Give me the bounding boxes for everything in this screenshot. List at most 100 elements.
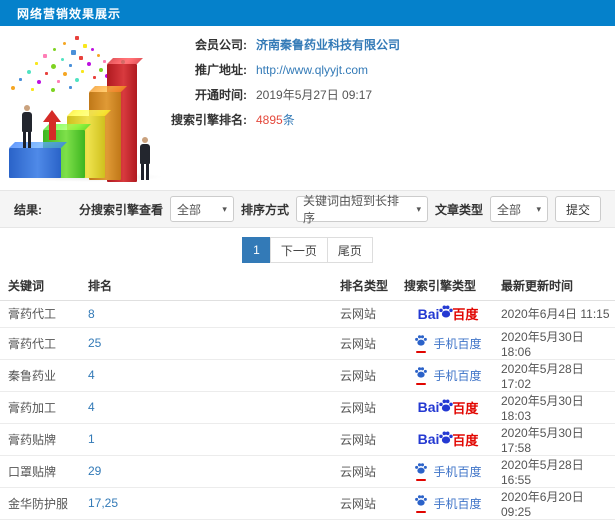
businessman-left-figure (19, 105, 35, 148)
article-type-select[interactable]: 全部 ▾ (489, 196, 548, 222)
next-page-button[interactable]: 下一页 (269, 237, 328, 263)
rank-link[interactable]: 25 (88, 336, 101, 350)
baidu-mobile-logo: 手机百度 (414, 461, 482, 481)
chevron-down-icon: ▾ (536, 203, 541, 214)
info-row-engine-rank: 搜索引擎排名: 4895条 (155, 107, 400, 132)
col-rank-type: 排名类型 (338, 272, 404, 301)
engine-rank-value: 4895条 (256, 113, 295, 127)
updated-cell: 2020年5月28日 16:55 (492, 455, 615, 488)
table-row: 膏药代工 8 云网站 Bai 百度 2020年6月4日 11:15 (0, 300, 615, 328)
rank-cell: 1 (88, 423, 338, 456)
keyword-cell: 膏药贴牌 (0, 423, 88, 456)
table-row: 口罩贴牌 29 云网站 手机百度 2020年5月28日 16:55 (0, 455, 615, 488)
red-underline (416, 511, 427, 513)
updated-cell: 2020年5月30日 18:06 (492, 327, 615, 360)
rank-type-cell: 云网站 (338, 423, 404, 456)
rank-type-cell: 云网站 (338, 300, 404, 328)
sort-select[interactable]: 关键词由短到长排序 ▾ (295, 194, 428, 225)
rank-type-cell: 云网站 (338, 455, 404, 488)
engine-cell: 手机百度 (404, 327, 492, 360)
table-row: 金华防护服 17,25 云网站 手机百度 2020年6月20日 09:25 (0, 487, 615, 520)
paw-icon (414, 461, 428, 478)
baidu-pc-logo: Bai 百度 (417, 305, 479, 323)
keyword-rank-table: 关键词 排名 排名类型 搜索引擎类型 最新更新时间 膏药代工 8 云网站 Bai 百度 2… (0, 272, 615, 520)
engine-filter-select[interactable]: 全部 ▾ (169, 196, 234, 222)
pagination-area: 1 下一页 尾页 (0, 228, 615, 272)
submit-button[interactable]: 提交 (554, 196, 601, 222)
result-label: 结果: (14, 202, 42, 217)
updated-cell: 2020年5月28日 17:02 (492, 359, 615, 392)
info-row-open-time: 开通时间: 2019年5月27日 09:17 (155, 82, 400, 107)
table-row: 秦鲁药业 4 云网站 手机百度 2020年5月28日 17:02 (0, 359, 615, 392)
baidu-pc-logo: Bai 百度 (417, 399, 479, 416)
keyword-cell: 口罩贴牌 (0, 455, 88, 488)
chevron-down-icon: ▾ (222, 203, 227, 214)
filter-controls: 分搜索引擎查看 全部 ▾ 排序方式 关键词由短到长排序 ▾ 文章类型 全部 ▾ … (79, 194, 601, 225)
open-time-value: 2019年5月27日 09:17 (256, 88, 373, 102)
keyword-cell: 膏药代工 (0, 327, 88, 360)
promo-url-label: 推广地址: (195, 63, 247, 77)
promo-url-link[interactable]: http://www.qlyyjt.com (256, 63, 368, 77)
rank-cell: 4 (88, 391, 338, 424)
clipart-bar-blue (9, 148, 61, 178)
keyword-cell: 膏药代工 (0, 300, 88, 328)
updated-cell: 2020年5月30日 18:03 (492, 391, 615, 424)
updated-cell: 2020年6月20日 09:25 (492, 487, 615, 520)
keyword-cell: 金华防护服 (0, 487, 88, 520)
table-header-row: 关键词 排名 排名类型 搜索引擎类型 最新更新时间 (0, 272, 615, 301)
baidu-mobile-logo: 手机百度 (414, 333, 482, 353)
baidu-pc-logo: Bai 百度 (417, 431, 479, 448)
company-link[interactable]: 济南秦鲁药业科技有限公司 (256, 36, 400, 53)
businessman-right-figure (137, 137, 153, 180)
paw-icon (414, 333, 428, 350)
bar-chart-clipart (5, 34, 170, 184)
last-page-button[interactable]: 尾页 (326, 237, 373, 263)
engine-cell: 手机百度 (404, 487, 492, 520)
rank-link[interactable]: 1 (88, 432, 95, 446)
page-1-button[interactable]: 1 (242, 237, 271, 263)
rank-cell: 4 (88, 359, 338, 392)
pagination: 1 下一页 尾页 (242, 237, 373, 263)
rank-link[interactable]: 4 (88, 368, 95, 382)
baidu-mobile-logo: 手机百度 (414, 365, 482, 385)
engine-cell: Bai 百度 (404, 391, 492, 424)
rank-link[interactable]: 17,25 (88, 496, 118, 510)
engine-cell: 手机百度 (404, 359, 492, 392)
table-row: 膏药贴牌 1 云网站 Bai 百度 2020年5月30日 17:58 (0, 423, 615, 456)
sort-label: 排序方式 (240, 202, 289, 217)
rank-cell: 8 (88, 300, 338, 328)
info-row-company: 会员公司: 济南秦鲁药业科技有限公司 (155, 32, 400, 57)
member-info-panel: 会员公司: 济南秦鲁药业科技有限公司 推广地址: http://www.qlyy… (155, 32, 400, 132)
company-label: 会员公司: (195, 38, 247, 52)
table-row: 膏药代工 25 云网站 手机百度 2020年5月30日 18:06 (0, 327, 615, 360)
result-filter-bar: 结果: 分搜索引擎查看 全部 ▾ 排序方式 关键词由短到长排序 ▾ 文章类型 全… (0, 190, 615, 228)
open-time-label: 开通时间: (195, 88, 247, 102)
keyword-cell: 秦鲁药业 (0, 359, 88, 392)
keyword-cell: 膏药加工 (0, 391, 88, 424)
rank-link[interactable]: 29 (88, 464, 101, 478)
rank-cell: 29 (88, 455, 338, 488)
rank-link[interactable]: 8 (88, 307, 95, 321)
baidu-mobile-logo: 手机百度 (414, 493, 482, 513)
top-title-bar: 网络营销效果展示 (0, 0, 615, 26)
red-underline (416, 479, 427, 481)
updated-cell: 2020年6月4日 11:15 (492, 300, 615, 328)
red-underline (416, 383, 427, 385)
rank-link[interactable]: 4 (88, 400, 95, 414)
hero-section: 会员公司: 济南秦鲁药业科技有限公司 推广地址: http://www.qlyy… (0, 26, 615, 190)
engine-cell: Bai 百度 (404, 300, 492, 328)
paw-icon (414, 365, 428, 382)
article-type-label: 文章类型 (434, 202, 483, 217)
engine-cell: 手机百度 (404, 455, 492, 488)
page-title: 网络营销效果展示 (17, 6, 122, 21)
info-row-url: 推广地址: http://www.qlyyjt.com (155, 57, 400, 82)
rank-type-cell: 云网站 (338, 359, 404, 392)
paw-icon (414, 493, 428, 510)
rank-type-cell: 云网站 (338, 487, 404, 520)
table-row: 膏药加工 4 云网站 Bai 百度 2020年5月30日 18:03 (0, 391, 615, 424)
engine-cell: Bai 百度 (404, 423, 492, 456)
chevron-down-icon: ▾ (416, 203, 421, 214)
rank-type-cell: 云网站 (338, 327, 404, 360)
col-keyword: 关键词 (0, 272, 88, 301)
rank-type-cell: 云网站 (338, 391, 404, 424)
